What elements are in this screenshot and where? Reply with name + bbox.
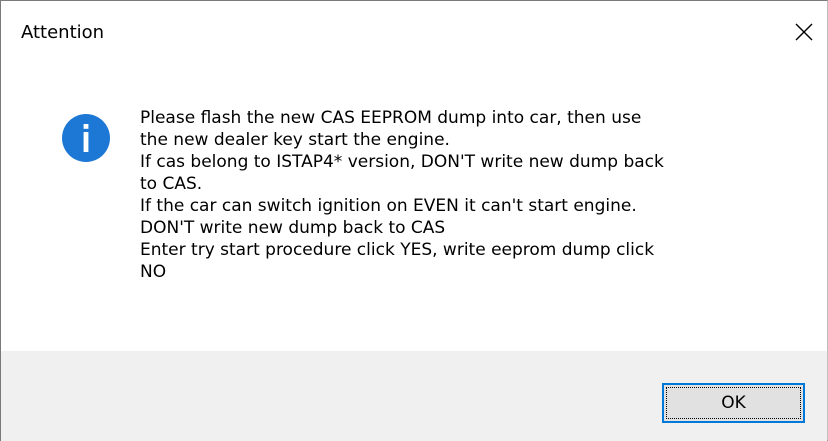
message-line: NO (140, 262, 167, 282)
message-line: to CAS. (140, 174, 203, 194)
close-icon (795, 23, 813, 41)
title-bar[interactable]: Attention (1, 1, 827, 65)
message-dialog: Attention Please flash the new CAS EEPRO… (0, 0, 828, 441)
dialog-title: Attention (21, 22, 105, 43)
message-line: Please flash the new CAS EEPROM dump int… (140, 108, 642, 128)
dialog-content: Please flash the new CAS EEPROM dump int… (1, 65, 827, 351)
button-bar: OK (1, 351, 827, 441)
message-line: the new dealer key start the engine. (140, 130, 450, 150)
ok-button-label: OK (721, 393, 746, 413)
message-text: Please flash the new CAS EEPROM dump int… (140, 107, 800, 283)
ok-button[interactable]: OK (662, 383, 805, 423)
message-line: If cas belong to ISTAP4* version, DON'T … (140, 152, 664, 172)
message-line: If the car can switch ignition on EVEN i… (140, 196, 637, 216)
message-line: DON'T write new dump back to CAS (140, 218, 446, 238)
message-line: Enter try start procedure click YES, wri… (140, 240, 655, 260)
close-button[interactable] (781, 9, 827, 55)
info-icon (61, 113, 111, 163)
